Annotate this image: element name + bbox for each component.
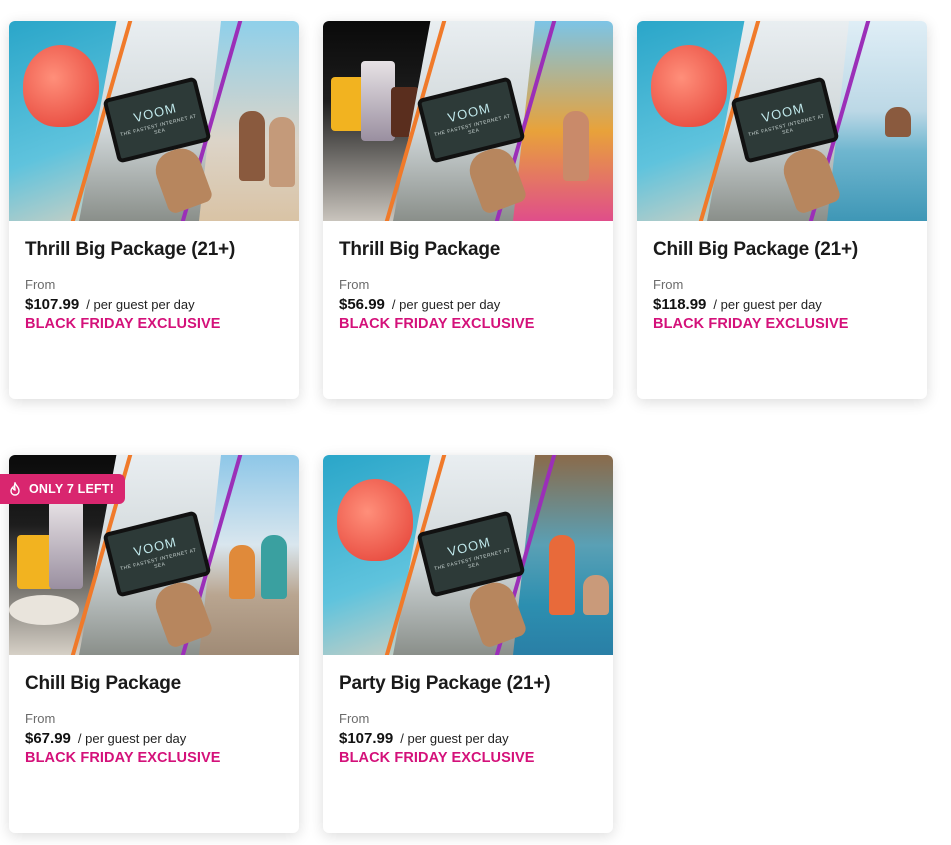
- price-unit: / per guest per day: [86, 297, 195, 312]
- package-price: $56.99: [339, 296, 385, 313]
- from-label: From: [339, 277, 370, 292]
- package-photo: VOOM THE FASTEST INTERNET AT SEA: [323, 21, 613, 221]
- package-price: $67.99: [25, 730, 71, 747]
- from-label: From: [339, 711, 370, 726]
- promo-label: BLACK FRIDAY EXCLUSIVE: [653, 316, 849, 332]
- price-unit: / per guest per day: [391, 297, 501, 312]
- cocktail-glass: [337, 479, 413, 561]
- package-card-party-21[interactable]: VOOM THE FASTEST INTERNET AT SEA Party B…: [323, 455, 613, 833]
- package-card-thrill[interactable]: VOOM THE FASTEST INTERNET AT SEA Thrill …: [323, 21, 613, 399]
- package-title: Chill Big Package (21+): [653, 239, 859, 260]
- package-card-thrill-21[interactable]: VOOM THE FASTEST INTERNET AT SEA Thrill …: [9, 21, 299, 399]
- from-label: From: [25, 277, 56, 292]
- from-label: From: [25, 711, 56, 726]
- from-label: From: [653, 277, 684, 292]
- stock-badge-label: ONLY 7 LEFT!: [29, 482, 115, 496]
- package-price: $107.99: [339, 730, 394, 747]
- package-photo: VOOM THE FASTEST INTERNET AT SEA: [323, 455, 613, 655]
- package-title: Thrill Big Package (21+): [25, 239, 236, 260]
- stock-badge: ONLY 7 LEFT!: [0, 474, 126, 504]
- promo-label: BLACK FRIDAY EXCLUSIVE: [339, 316, 535, 332]
- package-title: Thrill Big Package: [339, 239, 501, 260]
- price-unit: / per guest per day: [713, 297, 822, 312]
- package-card-chill-21[interactable]: VOOM THE FASTEST INTERNET AT SEA Chill B…: [637, 21, 927, 399]
- package-photo: VOOM THE FASTEST INTERNET AT SEA: [637, 21, 927, 221]
- price-unit: / per guest per day: [77, 731, 187, 746]
- price-unit: / per guest per day: [400, 731, 509, 746]
- cocktail-glass: [651, 45, 727, 127]
- flame-icon: [10, 482, 20, 496]
- package-photo: VOOM THE FASTEST INTERNET AT SEA: [9, 21, 299, 221]
- package-grid: VOOM THE FASTEST INTERNET AT SEA Thrill …: [0, 0, 951, 845]
- promo-label: BLACK FRIDAY EXCLUSIVE: [339, 750, 535, 766]
- package-title: Party Big Package (21+): [339, 673, 551, 694]
- promo-label: BLACK FRIDAY EXCLUSIVE: [25, 750, 221, 766]
- package-price: $107.99: [25, 296, 80, 313]
- package-price: $118.99: [653, 296, 707, 313]
- promo-label: BLACK FRIDAY EXCLUSIVE: [25, 316, 221, 332]
- cocktail-glass: [23, 45, 99, 127]
- package-title: Chill Big Package: [25, 673, 182, 694]
- package-card-chill[interactable]: VOOM THE FASTEST INTERNET AT SEA Chill B…: [9, 455, 299, 833]
